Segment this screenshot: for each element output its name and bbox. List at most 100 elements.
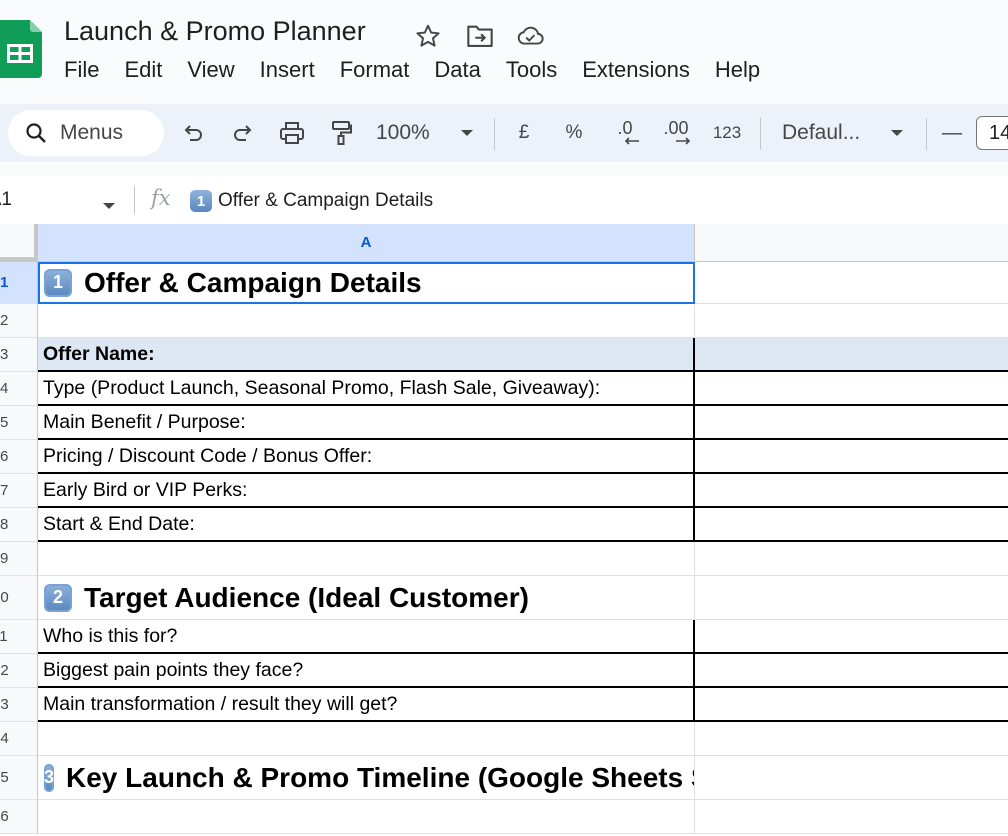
toolbar-divider [494, 118, 495, 150]
row-header[interactable]: 9 [0, 542, 38, 576]
sheet-row: 14 [0, 722, 1008, 756]
cell-a[interactable]: Offer Name: [38, 338, 695, 372]
cell-b[interactable] [695, 304, 1008, 338]
row-header[interactable]: 5 [0, 406, 38, 440]
cell-a[interactable]: 2 Target Audience (Ideal Customer) [38, 576, 695, 620]
cell-a[interactable]: Pricing / Discount Code / Bonus Offer: [38, 440, 695, 474]
row-header[interactable]: 8 [0, 508, 38, 542]
sheet-grid[interactable]: A 1 1 Offer & Campaign Details 2 3 Offer Name… [0, 224, 1008, 836]
menu-help[interactable]: Help [715, 57, 760, 87]
cloud-saved-icon[interactable] [516, 22, 544, 50]
row-header[interactable]: 10 [0, 576, 38, 620]
zoom-dropdown-icon[interactable] [456, 116, 478, 150]
menu-search-label: Menus [60, 121, 124, 144]
cell-a[interactable]: Main transformation / result they will g… [38, 688, 695, 722]
cell-a[interactable]: Biggest pain points they face? [38, 654, 695, 688]
arrow-right-icon [676, 137, 691, 145]
cell-a[interactable]: Early Bird or VIP Perks: [38, 474, 695, 508]
sheet-row: 153 Key Launch & Promo Timeline (Google S… [0, 756, 1008, 800]
sheet-row: 102 Target Audience (Ideal Customer) [0, 576, 1008, 620]
increase-decimal-button[interactable]: .00 [658, 116, 694, 150]
select-all-corner[interactable] [0, 224, 38, 261]
cell-b[interactable] [695, 406, 1008, 440]
menu-insert[interactable]: Insert [260, 57, 315, 87]
cell-a[interactable] [38, 800, 695, 834]
font-dropdown-icon[interactable] [886, 116, 908, 150]
row-header[interactable]: 12 [0, 654, 38, 688]
cell-b[interactable] [695, 440, 1008, 474]
currency-format-button[interactable]: £ [510, 116, 538, 150]
row-header[interactable]: 6 [0, 440, 38, 474]
star-icon[interactable] [414, 22, 442, 50]
formula-input[interactable]: Offer & Campaign Details [218, 190, 433, 212]
menu-data[interactable]: Data [434, 57, 480, 87]
undo-icon[interactable] [178, 116, 208, 150]
cell-b[interactable] [695, 508, 1008, 542]
cell-b[interactable] [695, 338, 1008, 372]
row-header[interactable]: 13 [0, 688, 38, 722]
more-formats-button[interactable]: 123 [708, 116, 746, 150]
column-header-a[interactable]: A [38, 224, 695, 261]
cell-b[interactable] [695, 722, 1008, 756]
cell-b[interactable] [695, 576, 1008, 620]
menu-search-box[interactable]: Menus [8, 110, 164, 156]
cell-a[interactable]: 1 Offer & Campaign Details [38, 262, 695, 304]
percent-format-button[interactable]: % [560, 116, 588, 150]
row-header[interactable]: 1 [0, 262, 38, 304]
cell-a[interactable]: Start & End Date: [38, 508, 695, 542]
cell-a[interactable]: Who is this for? [38, 620, 695, 654]
cell-a[interactable] [38, 722, 695, 756]
name-box-dropdown-icon[interactable] [102, 197, 116, 215]
row-header[interactable]: 15 [0, 756, 38, 800]
toolbar-divider [926, 118, 927, 150]
cell-a[interactable] [38, 304, 695, 338]
cell-a[interactable]: Type (Product Launch, Seasonal Promo, Fl… [38, 372, 695, 406]
cell-b[interactable] [695, 262, 1008, 304]
sheet-row: 6 Pricing / Discount Code / Bonus Offer: [0, 440, 1008, 474]
formula-divider [134, 186, 135, 214]
increase-decimal-label: .00 [663, 118, 689, 138]
redo-icon[interactable] [228, 116, 258, 150]
sheet-row: 13Main transformation / result they will… [0, 688, 1008, 722]
cell-a[interactable]: Main Benefit / Purpose: [38, 406, 695, 440]
menu-view[interactable]: View [187, 57, 234, 87]
print-icon[interactable] [276, 116, 308, 150]
row-header[interactable]: 11 [0, 620, 38, 654]
cell-text: Offer Name: [43, 342, 155, 365]
sheet-row: 7 Early Bird or VIP Perks: [0, 474, 1008, 508]
cell-a[interactable]: 3 Key Launch & Promo Timeline (Google She… [38, 756, 695, 800]
zoom-select[interactable]: 100% [376, 116, 444, 150]
menu-file[interactable]: File [64, 57, 99, 87]
cell-text: Type (Product Launch, Seasonal Promo, Fl… [43, 376, 601, 399]
menu-tools[interactable]: Tools [506, 57, 557, 87]
name-box[interactable]: A1 [0, 189, 12, 213]
document-title[interactable]: Launch & Promo Planner [64, 16, 366, 47]
row-header[interactable]: 16 [0, 800, 38, 834]
cell-b[interactable] [695, 654, 1008, 688]
row-header[interactable]: 2 [0, 304, 38, 338]
decrease-decimal-button[interactable]: .0 [608, 116, 642, 150]
sheets-logo-icon[interactable] [0, 20, 42, 78]
cell-b[interactable] [695, 474, 1008, 508]
row-header[interactable]: 7 [0, 474, 38, 508]
cell-b[interactable] [695, 756, 1008, 800]
font-family-select[interactable]: Defaul... [782, 116, 878, 150]
decrease-font-size-button[interactable]: — [940, 116, 964, 150]
menu-format[interactable]: Format [340, 57, 410, 87]
cell-b[interactable] [695, 800, 1008, 834]
menu-edit[interactable]: Edit [124, 57, 162, 87]
paint-format-icon[interactable] [326, 116, 356, 150]
menu-extensions[interactable]: Extensions [582, 57, 690, 87]
row-header[interactable]: 3 [0, 338, 38, 372]
cell-b[interactable] [695, 372, 1008, 406]
row-header[interactable]: 4 [0, 372, 38, 406]
font-size-input[interactable]: 14 [976, 116, 1008, 150]
cell-b[interactable] [695, 620, 1008, 654]
row-header[interactable]: 14 [0, 722, 38, 756]
section-heading: Target Audience (Ideal Customer) [84, 581, 529, 613]
move-folder-icon[interactable] [466, 22, 494, 50]
cell-b[interactable] [695, 542, 1008, 576]
cell-a[interactable] [38, 542, 695, 576]
cell-b[interactable] [695, 688, 1008, 722]
cell-text: Early Bird or VIP Perks: [43, 478, 248, 501]
